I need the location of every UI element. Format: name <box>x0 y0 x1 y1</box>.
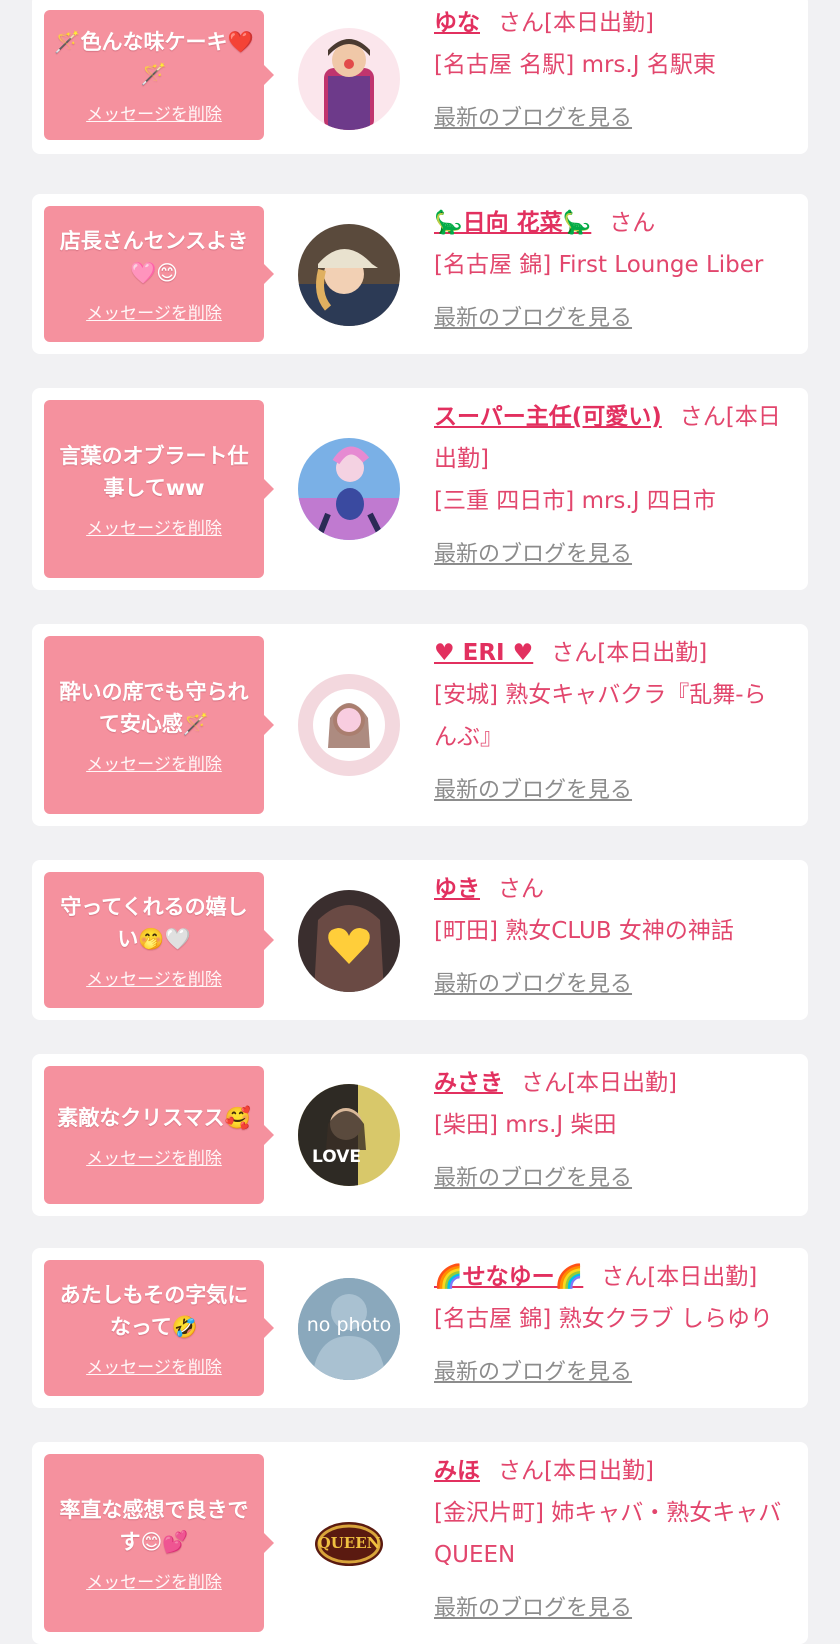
cast-name-link[interactable]: ゆな <box>434 10 480 36</box>
photo-woman-icon[interactable] <box>298 28 400 130</box>
message-bubble: 素敵なクリスマス🥰 メッセージを削除 <box>44 1066 274 1204</box>
latest-blog-link[interactable]: 最新のブログを見る <box>434 534 632 576</box>
cast-info: みさき さん[本日出勤] [柴田] mrs.J 柴田 最新のブログを見る <box>434 1062 784 1200</box>
cast-info: ♥ ERI ♥ さん[本日出勤] [安城] 熟女キャバクラ『乱舞-らんぶ』 最新の… <box>434 632 784 812</box>
latest-blog-link[interactable]: 最新のブログを見る <box>434 1352 632 1394</box>
message-bubble: 率直な感想で良きです😊💕 メッセージを削除 <box>44 1454 274 1632</box>
svg-text:LOVE: LOVE <box>312 1147 361 1167</box>
latest-blog-link[interactable]: 最新のブログを見る <box>434 964 632 1006</box>
cast-name-link[interactable]: 🌈せなゆー🌈 <box>434 1264 583 1290</box>
latest-blog-link[interactable]: 最新のブログを見る <box>434 298 632 340</box>
latest-blog-link[interactable]: 最新のブログを見る <box>434 98 632 140</box>
cast-name-link[interactable]: 🦕日向 花菜🦕 <box>434 210 591 236</box>
queen-logo-icon[interactable]: QUEEN <box>298 1492 400 1594</box>
message-card: あたしもその字気になって🤣 メッセージを削除 no photo 🌈せなゆー🌈 さん… <box>32 1248 808 1408</box>
photo-frame-icon[interactable] <box>298 674 400 776</box>
cast-info: みほ さん[本日出勤] [金沢片町] 姉キャバ・熟女キャバ QUEEN 最新のブロ… <box>434 1450 784 1630</box>
message-bubble: 店長さんセンスよき🩷😊 メッセージを削除 <box>44 206 274 342</box>
delete-message-link[interactable]: メッセージを削除 <box>86 514 222 539</box>
cast-status: さん[本日出勤] <box>498 1458 654 1484</box>
message-text: 素敵なクリスマス🥰 <box>57 1105 251 1130</box>
delete-message-link[interactable]: メッセージを削除 <box>86 965 222 990</box>
message-card: 言葉のオブラート仕事してww メッセージを削除 スーパー主任(可愛い) さん[本日… <box>32 388 808 590</box>
shop-name: [名古屋 錦] 熟女クラブ しらゆり <box>434 1306 773 1332</box>
cast-status: さん[本日出勤] <box>601 1264 758 1290</box>
message-text: 守ってくれるの嬉しい🤭🤍 <box>60 894 248 951</box>
photo-woman-cap-icon[interactable] <box>298 224 400 326</box>
message-card: 守ってくれるの嬉しい🤭🤍 メッセージを削除 ゆき さん [町田] 熟女CLUB 女… <box>32 860 808 1020</box>
queen-logo-text: QUEEN <box>317 1534 381 1552</box>
message-card: 素敵なクリスマス🥰 メッセージを削除 LOVE みさき さん[本日出勤] [柴田]… <box>32 1054 808 1216</box>
shop-name: [安城] 熟女キャバクラ『乱舞-らんぶ』 <box>434 682 767 750</box>
cast-info: ゆな さん[本日出勤] [名古屋 名駅] mrs.J 名駅東 最新のブログを見る <box>434 2 784 140</box>
message-card: 店長さんセンスよき🩷😊 メッセージを削除 🦕日向 花菜🦕 さん [名古屋 錦] F… <box>32 194 808 354</box>
cast-status: さん[本日出勤] <box>498 10 654 36</box>
cast-status: さん[本日出勤] <box>521 1070 677 1096</box>
cast-name-link[interactable]: みさき <box>434 1070 503 1096</box>
message-bubble: 酔いの席でも守られて安心感🪄 メッセージを削除 <box>44 636 274 814</box>
delete-message-link[interactable]: メッセージを削除 <box>86 1144 222 1169</box>
message-text: 🪄色んな味ケーキ❤️🪄 <box>54 29 254 86</box>
shop-name: [名古屋 名駅] mrs.J 名駅東 <box>434 52 716 78</box>
message-text: 店長さんセンスよき🩷😊 <box>59 228 249 285</box>
message-text: 言葉のオブラート仕事してww <box>59 443 249 500</box>
photo-heart-icon[interactable] <box>298 890 400 992</box>
cast-info: 🌈せなゆー🌈 さん[本日出勤] [名古屋 錦] 熟女クラブ しらゆり 最新のブログ… <box>434 1256 784 1394</box>
photo-anime-icon[interactable] <box>298 438 400 540</box>
cast-name-link[interactable]: ゆき <box>434 876 480 902</box>
shop-name: [柴田] mrs.J 柴田 <box>434 1112 617 1138</box>
cast-name-link[interactable]: みほ <box>434 1458 480 1484</box>
cast-status: さん[本日出勤] <box>551 640 708 666</box>
latest-blog-link[interactable]: 最新のブログを見る <box>434 1158 632 1200</box>
message-bubble: 守ってくれるの嬉しい🤭🤍 メッセージを削除 <box>44 872 274 1008</box>
no-photo-label: no photo <box>306 1314 392 1336</box>
message-text: あたしもその字気になって🤣 <box>59 1282 249 1339</box>
message-card: 🪄色んな味ケーキ❤️🪄 メッセージを削除 ゆな さん[本日出勤] [名古屋 名駅]… <box>32 0 808 154</box>
cast-name-link[interactable]: ♥ ERI ♥ <box>434 640 533 666</box>
delete-message-link[interactable]: メッセージを削除 <box>86 1568 222 1593</box>
shop-name: [町田] 熟女CLUB 女神の神話 <box>434 918 734 944</box>
delete-message-link[interactable]: メッセージを削除 <box>86 1353 222 1378</box>
delete-message-link[interactable]: メッセージを削除 <box>86 750 222 775</box>
shop-name: [金沢片町] 姉キャバ・熟女キャバ QUEEN <box>434 1500 782 1568</box>
photo-love-icon[interactable]: LOVE <box>298 1084 400 1186</box>
latest-blog-link[interactable]: 最新のブログを見る <box>434 770 632 812</box>
message-card: 酔いの席でも守られて安心感🪄 メッセージを削除 ♥ ERI ♥ さん[本日出勤] … <box>32 624 808 826</box>
message-bubble: 🪄色んな味ケーキ❤️🪄 メッセージを削除 <box>44 10 274 140</box>
message-text: 酔いの席でも守られて安心感🪄 <box>59 679 249 736</box>
no-photo-icon[interactable]: no photo <box>298 1278 400 1380</box>
cast-info: スーパー主任(可愛い) さん[本日出勤] [三重 四日市] mrs.J 四日市 最… <box>434 396 784 576</box>
cast-info: 🦕日向 花菜🦕 さん [名古屋 錦] First Lounge Liber 最新の… <box>434 202 784 340</box>
message-text: 率直な感想で良きです😊💕 <box>59 1497 249 1554</box>
cast-name-link[interactable]: スーパー主任(可愛い) <box>434 404 662 430</box>
message-card: 率直な感想で良きです😊💕 メッセージを削除 QUEEN みほ さん[本日出勤] [… <box>32 1442 808 1644</box>
delete-message-link[interactable]: メッセージを削除 <box>86 100 222 125</box>
cast-status: さん <box>498 876 544 902</box>
shop-name: [名古屋 錦] First Lounge Liber <box>434 252 764 278</box>
cast-status: さん <box>609 210 656 236</box>
message-bubble: あたしもその字気になって🤣 メッセージを削除 <box>44 1260 274 1396</box>
message-bubble: 言葉のオブラート仕事してww メッセージを削除 <box>44 400 274 578</box>
shop-name: [三重 四日市] mrs.J 四日市 <box>434 488 716 514</box>
latest-blog-link[interactable]: 最新のブログを見る <box>434 1588 632 1630</box>
cast-info: ゆき さん [町田] 熟女CLUB 女神の神話 最新のブログを見る <box>434 868 784 1006</box>
delete-message-link[interactable]: メッセージを削除 <box>86 299 222 324</box>
